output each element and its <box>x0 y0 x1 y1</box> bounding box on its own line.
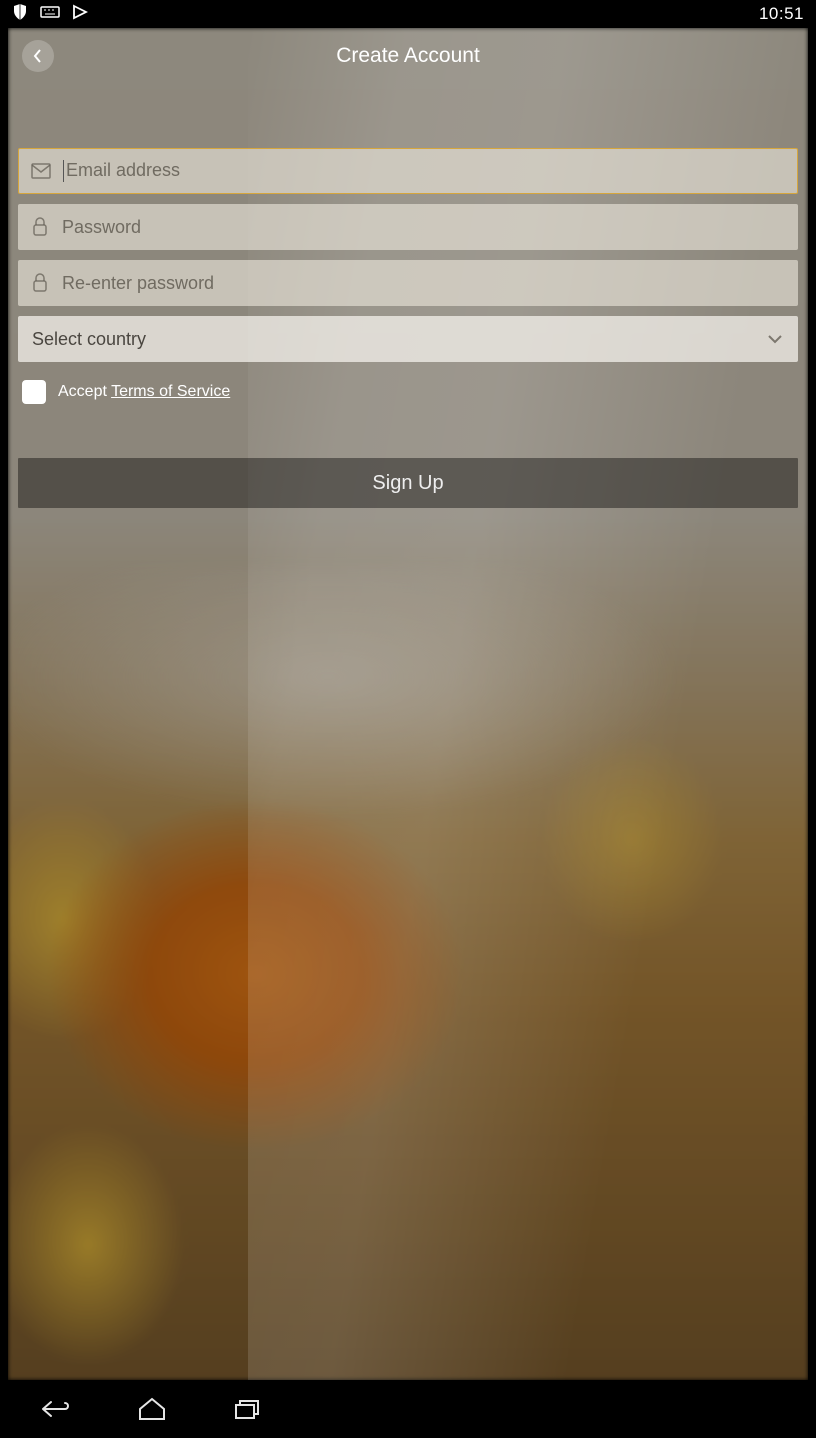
reenter-placeholder: Re-enter password <box>62 273 786 294</box>
nav-back-button[interactable] <box>36 1393 76 1425</box>
terms-checkbox[interactable] <box>22 380 46 404</box>
system-nav-bar <box>0 1380 816 1438</box>
back-button[interactable] <box>22 40 54 72</box>
back-icon <box>39 1398 73 1420</box>
nav-home-button[interactable] <box>132 1393 172 1425</box>
nav-recent-button[interactable] <box>228 1393 268 1425</box>
terms-row: Accept Terms of Service <box>18 380 798 404</box>
status-clock: 10:51 <box>759 4 804 24</box>
password-placeholder: Password <box>62 217 786 238</box>
mail-icon <box>31 163 51 179</box>
chevron-left-icon <box>32 48 44 64</box>
signup-form: Email address Password Re-enter password… <box>18 148 798 508</box>
shield-icon <box>12 3 28 26</box>
terms-text: Accept Terms of Service <box>58 383 230 401</box>
email-placeholder: Email address <box>66 160 180 180</box>
recent-apps-icon <box>234 1398 262 1420</box>
page-title: Create Account <box>336 44 480 68</box>
app-header: Create Account <box>8 28 808 84</box>
accept-label: Accept <box>58 383 107 400</box>
keyboard-icon <box>40 4 60 24</box>
terms-of-service-link[interactable]: Terms of Service <box>111 383 230 400</box>
status-bar: 10:51 <box>0 0 816 28</box>
play-icon <box>72 4 88 25</box>
lock-icon <box>30 217 50 237</box>
email-field[interactable]: Email address <box>18 148 798 194</box>
chevron-down-icon <box>766 333 784 345</box>
country-select[interactable]: Select country <box>18 316 798 362</box>
home-icon <box>137 1397 167 1421</box>
signup-button[interactable]: Sign Up <box>18 458 798 508</box>
country-label: Select country <box>32 329 146 350</box>
reenter-password-field[interactable]: Re-enter password <box>18 260 798 306</box>
lock-icon <box>30 273 50 293</box>
password-field[interactable]: Password <box>18 204 798 250</box>
